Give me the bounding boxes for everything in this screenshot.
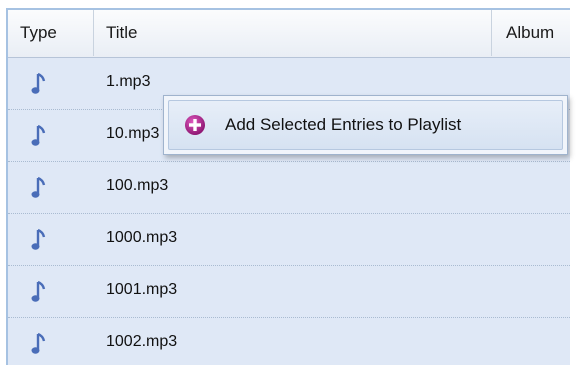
context-menu: Add Selected Entries to Playlist — [163, 95, 568, 155]
music-note-icon — [31, 280, 46, 302]
table-row[interactable]: 1000.mp3 — [8, 214, 570, 266]
table-row[interactable]: 100.mp3 — [8, 162, 570, 214]
file-grid: Type Title Album 1.mp3 10.mp3 100.mp3 10… — [6, 8, 570, 365]
music-note-icon — [31, 332, 46, 354]
table-row[interactable]: 1002.mp3 — [8, 318, 570, 365]
column-header-type[interactable]: Type — [8, 10, 94, 56]
table-row[interactable]: 1001.mp3 — [8, 266, 570, 318]
row-title: 100.mp3 — [106, 177, 169, 194]
grid-header: Type Title Album — [8, 10, 570, 58]
music-note-icon — [31, 176, 46, 198]
music-note-icon — [31, 124, 46, 146]
add-circle-icon — [185, 115, 205, 135]
row-title: 1001.mp3 — [106, 281, 178, 298]
music-note-icon — [31, 72, 46, 94]
column-header-title[interactable]: Title — [94, 10, 492, 56]
column-header-album[interactable]: Album — [492, 10, 570, 56]
music-note-icon — [31, 228, 46, 250]
menu-item-label: Add Selected Entries to Playlist — [225, 115, 462, 134]
menu-item-add-to-playlist[interactable]: Add Selected Entries to Playlist — [168, 100, 563, 150]
row-title: 1002.mp3 — [106, 333, 178, 350]
row-title: 1.mp3 — [106, 73, 151, 90]
row-title: 1000.mp3 — [106, 229, 178, 246]
row-title: 10.mp3 — [106, 125, 160, 142]
